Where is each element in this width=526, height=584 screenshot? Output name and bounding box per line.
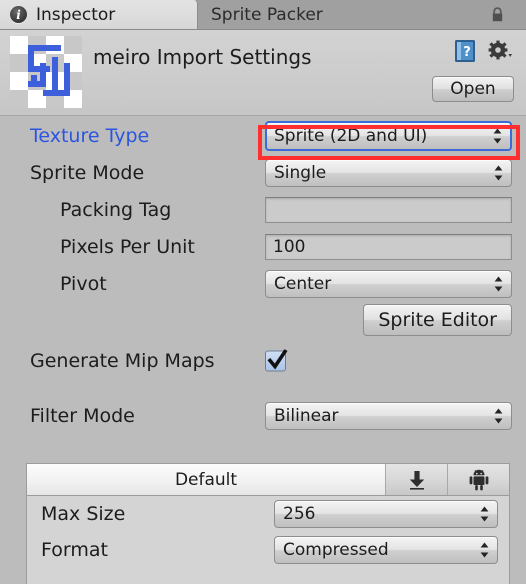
sprite-mode-dropdown[interactable]: Single <box>265 158 512 187</box>
chevron-updown-icon <box>480 542 489 558</box>
generate-mip-maps-field <box>265 349 288 371</box>
sprite-mode-label: Sprite Mode <box>30 161 145 184</box>
standalone-download-icon <box>409 470 424 490</box>
gear-icon[interactable] <box>487 40 513 62</box>
pixels-per-unit-label: Pixels Per Unit <box>60 235 195 258</box>
row-filter-mode: Filter Mode Bilinear <box>0 397 526 434</box>
generate-mip-maps-label: Generate Mip Maps <box>30 349 215 372</box>
texture-type-field: Sprite (2D and UI) <box>265 120 512 151</box>
filter-mode-value: Bilinear <box>274 405 339 426</box>
open-button[interactable]: Open <box>432 76 514 102</box>
texture-type-label: Texture Type <box>30 124 150 147</box>
platform-settings-box: Default Max Size 256 Format Compressed <box>26 463 510 584</box>
page-title: meiro Import Settings <box>93 45 312 69</box>
asset-header: meiro Import Settings ? Open <box>0 30 526 116</box>
lock-icon[interactable] <box>491 7 504 23</box>
chevron-updown-icon <box>494 408 503 423</box>
texture-type-value: Sprite (2D and UI) <box>274 125 428 146</box>
pixels-per-unit-input[interactable]: 100 <box>265 233 512 260</box>
filter-mode-field: Bilinear <box>265 401 512 430</box>
row-sprite-mode: Sprite Mode Single <box>0 154 526 191</box>
row-generate-mip-maps: Generate Mip Maps <box>0 342 526 379</box>
row-packing-tag: Packing Tag <box>0 191 526 228</box>
tab-inspector-label: Inspector <box>36 4 116 25</box>
inspector-window: i Inspector Sprite Packer meiro Import S… <box>0 0 526 584</box>
help-book-icon[interactable]: ? <box>454 39 476 63</box>
packing-tag-label: Packing Tag <box>60 198 172 221</box>
chevron-updown-icon <box>494 276 503 291</box>
row-texture-type: Texture Type Sprite (2D and UI) <box>0 117 526 154</box>
info-icon: i <box>10 6 27 23</box>
platform-tab-default-label: Default <box>174 469 238 490</box>
max-size-value: 256 <box>283 504 316 524</box>
format-value: Compressed <box>283 540 389 560</box>
chevron-updown-icon <box>494 165 503 180</box>
tab-sprite-packer[interactable]: Sprite Packer <box>199 0 449 29</box>
row-pivot: Pivot Center <box>0 265 526 302</box>
svg-text:?: ? <box>463 45 471 60</box>
max-size-label: Max Size <box>41 503 126 525</box>
pivot-value: Center <box>274 273 332 294</box>
row-sprite-editor: Sprite Editor <box>0 302 526 342</box>
pivot-label: Pivot <box>60 272 107 295</box>
tab-inspector[interactable]: i Inspector <box>0 0 198 29</box>
packing-tag-input[interactable] <box>265 196 512 223</box>
sprite-mode-value: Single <box>274 162 327 183</box>
import-settings-properties: Texture Type Sprite (2D and UI) Sprite M… <box>0 117 526 434</box>
max-size-field: 256 <box>274 500 498 528</box>
filter-mode-dropdown[interactable]: Bilinear <box>265 401 512 430</box>
window-tab-bar: i Inspector Sprite Packer <box>0 0 526 30</box>
platform-tab-default[interactable]: Default <box>27 464 385 495</box>
row-format: Format Compressed <box>27 532 509 568</box>
checkmark-icon <box>267 349 288 370</box>
android-robot-icon <box>469 469 488 490</box>
row-max-size: Max Size 256 <box>27 496 509 532</box>
pivot-dropdown[interactable]: Center <box>265 269 512 298</box>
format-label: Format <box>41 539 108 561</box>
platform-tab-bar: Default <box>27 464 509 496</box>
platform-tab-standalone[interactable] <box>385 464 447 495</box>
chevron-updown-icon <box>480 506 489 522</box>
sprite-mode-field: Single <box>265 158 512 187</box>
packing-tag-field <box>265 196 512 223</box>
sprite-preview-maze <box>10 36 82 108</box>
max-size-dropdown[interactable]: 256 <box>274 500 498 528</box>
format-field: Compressed <box>274 536 498 564</box>
row-pixels-per-unit: Pixels Per Unit 100 <box>0 228 526 265</box>
format-dropdown[interactable]: Compressed <box>274 536 498 564</box>
sprite-editor-button[interactable]: Sprite Editor <box>363 304 512 336</box>
pixels-per-unit-field: 100 <box>265 233 512 260</box>
chevron-updown-icon <box>493 128 502 143</box>
tab-sprite-packer-label: Sprite Packer <box>211 4 323 25</box>
pivot-field: Center <box>265 269 512 298</box>
platform-tab-android[interactable] <box>447 464 509 495</box>
platform-property-rows: Max Size 256 Format Compressed <box>27 496 509 568</box>
row-spacer <box>0 379 526 397</box>
texture-type-dropdown[interactable]: Sprite (2D and UI) <box>265 120 512 151</box>
generate-mip-maps-checkbox[interactable] <box>265 349 288 371</box>
filter-mode-label: Filter Mode <box>30 404 135 427</box>
